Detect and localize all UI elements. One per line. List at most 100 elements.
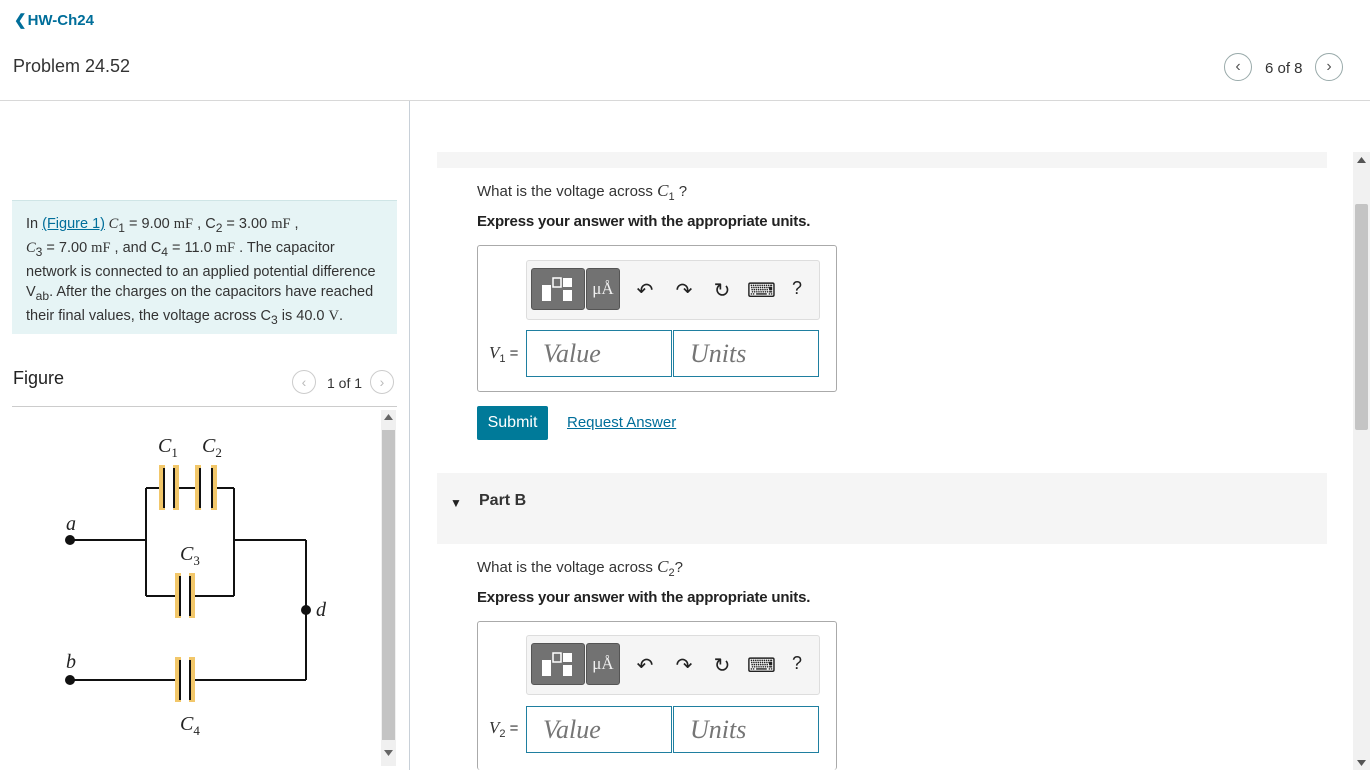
chevron-left-icon: ‹ (1235, 58, 1241, 75)
collapse-triangle-icon[interactable]: ▼ (450, 496, 462, 510)
circuit-diagram: C1 C2 C3 C4 a b d (65, 435, 327, 738)
back-link-label: HW-Ch24 (27, 12, 94, 29)
terminal-d (301, 605, 311, 615)
intro-text: = 7.00 (42, 239, 92, 256)
intro-sub: 1 (118, 220, 125, 235)
var-eq: = (505, 345, 519, 362)
intro-unit: V (328, 307, 339, 324)
var-symbol: V (489, 718, 500, 737)
intro-sub: ab (35, 288, 50, 303)
label-c2: C2 (202, 435, 222, 460)
figure-previous-button[interactable]: ‹ (292, 370, 316, 394)
intro-text: = 9.00 (125, 216, 174, 232)
capacitor-c1 (159, 465, 179, 510)
var-symbol: V (489, 343, 500, 362)
scroll-up-icon[interactable] (384, 414, 393, 420)
figure-heading: Figure (13, 368, 65, 388)
intro-sub: 4 (161, 244, 169, 259)
help-icon[interactable]: ? (785, 278, 809, 299)
request-answer-link[interactable]: Request Answer (567, 414, 676, 431)
templates-icon (542, 652, 572, 676)
next-problem-button[interactable]: › (1315, 53, 1343, 81)
main-scrollbar-thumb[interactable] (1355, 204, 1368, 430)
question-text: ? (674, 183, 688, 200)
question-text: What is the voltage across (477, 559, 658, 576)
reset-icon[interactable]: ↻ (710, 278, 734, 303)
intro-text: = 11.0 (168, 239, 216, 256)
question-var: C (657, 557, 669, 576)
circuit-wires (70, 487, 307, 681)
figure-pager: 1 of 1 (327, 375, 363, 391)
part-b-label: Part B (479, 492, 527, 509)
label-c4: C4 (180, 713, 200, 738)
templates-button[interactable] (531, 643, 585, 685)
templates-icon (542, 277, 572, 301)
part-b-variable-label: V2 = (489, 718, 518, 740)
intro-sub: 3 (271, 312, 278, 327)
part-b-units-input[interactable] (673, 706, 819, 753)
part-b-question: What is the voltage across C2? (477, 557, 683, 579)
question-text: ? (674, 559, 683, 576)
scroll-up-icon[interactable] (1357, 157, 1366, 163)
redo-icon[interactable]: ↷ (672, 653, 696, 678)
capacitor-c4 (175, 657, 195, 702)
var-eq: = (505, 720, 519, 737)
intro-unit: mF (91, 239, 111, 256)
part-a-question: What is the voltage across C1 ? (477, 181, 687, 203)
undo-icon[interactable]: ↶ (633, 278, 657, 303)
intro-unit: mF (271, 216, 291, 232)
header-divider (0, 100, 1370, 101)
figure-link[interactable]: (Figure 1) (42, 216, 105, 232)
terminal-a (65, 535, 75, 545)
column-divider (409, 101, 410, 770)
intro-text: = 3.00 (222, 216, 272, 232)
submit-button[interactable]: Submit (477, 406, 548, 440)
chevron-left-icon: ‹ (301, 374, 307, 390)
figure-next-button[interactable]: › (370, 370, 394, 394)
problem-title: Problem 24.52 (13, 56, 131, 76)
intro-text: is 40.0 (277, 307, 329, 324)
intro-unit: mF (173, 216, 194, 232)
intro-text: , and C (110, 239, 162, 256)
part-a-units-input[interactable] (673, 330, 819, 377)
label-d: d (316, 599, 327, 621)
intro-var: C (26, 239, 36, 256)
label-c3: C3 (180, 543, 200, 568)
figure-divider (12, 406, 397, 407)
capacitor-c3 (175, 573, 195, 618)
undo-icon[interactable]: ↶ (633, 653, 657, 678)
label-b: b (66, 651, 76, 673)
redo-icon[interactable]: ↷ (672, 278, 696, 303)
previous-problem-button[interactable]: ‹ (1224, 53, 1252, 81)
chevron-right-icon: › (1326, 58, 1332, 75)
intro-var: C (104, 216, 119, 232)
keyboard-icon[interactable]: ⌨ (747, 278, 776, 303)
templates-button[interactable] (531, 268, 585, 310)
part-a-variable-label: V1 = (489, 343, 518, 365)
part-a-header-strip (437, 152, 1327, 168)
reset-icon[interactable]: ↻ (710, 653, 734, 678)
intro-text: , C (193, 216, 216, 232)
intro-text: . (339, 307, 344, 324)
scroll-down-icon[interactable] (384, 750, 393, 756)
part-b-header[interactable] (437, 473, 1327, 544)
capacitor-c2 (195, 465, 217, 510)
figure-scrollbar-thumb[interactable] (382, 430, 395, 740)
units-symbols-button[interactable]: μÅ (586, 268, 620, 310)
part-a-value-input[interactable] (526, 330, 672, 377)
problem-pager: 6 of 8 (1265, 60, 1303, 77)
label-a: a (66, 513, 76, 535)
problem-intro: In (Figure 1) C1 = 9.00 mF , C2 = 3.00 m… (12, 200, 397, 334)
intro-text: , (290, 216, 299, 232)
keyboard-icon[interactable]: ⌨ (747, 653, 776, 678)
part-b-instruction: Express your answer with the appropriate… (477, 589, 811, 606)
question-var: C (657, 181, 669, 200)
chevron-right-icon: › (379, 374, 385, 390)
units-symbols-button[interactable]: μÅ (586, 643, 620, 685)
part-b-value-input[interactable] (526, 706, 672, 753)
label-c1: C1 (158, 435, 178, 460)
scroll-down-icon[interactable] (1357, 760, 1366, 766)
question-text: What is the voltage across (477, 183, 658, 200)
help-icon[interactable]: ? (785, 653, 809, 674)
back-to-assignment-link[interactable]: ❮HW-Ch24 (14, 11, 94, 29)
